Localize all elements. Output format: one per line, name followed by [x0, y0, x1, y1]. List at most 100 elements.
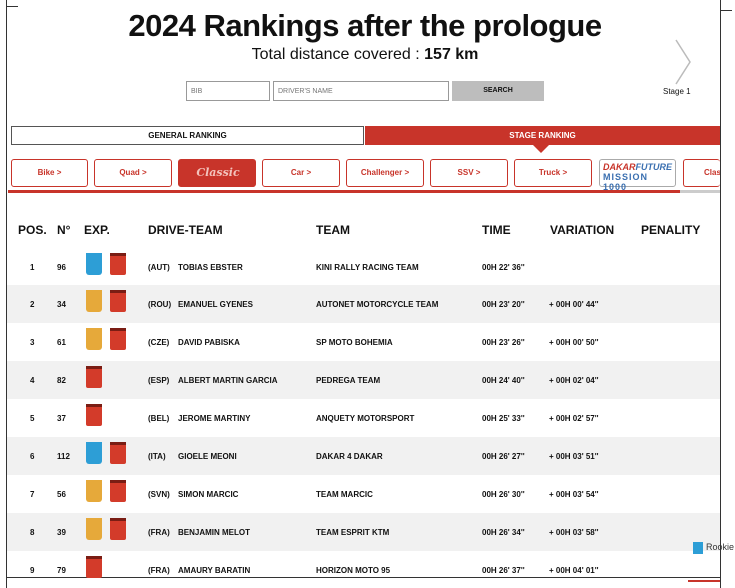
time-cell: 00H 26' 34'': [482, 528, 525, 537]
nationality-cell: (FRA): [148, 566, 170, 575]
distance-summary: Total distance covered : 157 km: [0, 46, 730, 64]
active-tab-indicator: [533, 145, 549, 153]
team-cell: TEAM ESPRIT KTM: [316, 528, 390, 537]
frame-right-border: [720, 0, 721, 588]
bib-number-cell: 79: [57, 566, 66, 575]
bib-number-cell: 34: [57, 300, 66, 309]
bib-input[interactable]: [186, 81, 270, 101]
time-cell: 00H 24' 40'': [482, 376, 525, 385]
table-row[interactable]: 6 112 (ITA) GIOELE MEONI DAKAR 4 DAKAR 00H 26…: [7, 437, 720, 475]
time-cell: 00H 26' 27'': [482, 452, 525, 461]
position-cell: 2: [30, 300, 35, 309]
header-team: TEAM: [316, 223, 350, 237]
chevron-right-icon[interactable]: [668, 38, 698, 86]
position-cell: 5: [30, 414, 35, 423]
position-cell: 4: [30, 376, 35, 385]
yellow-jersey-icon: [86, 328, 102, 350]
table-row[interactable]: 3 61 (CZE) DAVID PABISKA SP MOTO BOHEMIA 00H …: [7, 323, 720, 361]
classic-logo: Classic: [196, 166, 240, 179]
table-row[interactable]: 5 37 (BEL) JEROME MARTINY ANQUETY MOTORSPORT…: [7, 399, 720, 437]
red-jersey-icon: [110, 253, 126, 275]
header-time: TIME: [482, 223, 511, 237]
category-dakar-future-button[interactable]: DAKARFUTURE MISSION 1000: [599, 159, 676, 192]
variation-cell: + 00H 00' 50'': [549, 338, 599, 347]
stage-label: Stage 1: [663, 87, 691, 96]
team-cell: SP MOTO BOHEMIA: [316, 338, 393, 347]
nationality-cell: (ESP): [148, 376, 170, 385]
variation-cell: + 00H 02' 04'': [549, 376, 599, 385]
bib-number-cell: 112: [57, 452, 70, 461]
team-cell: ANQUETY MOTORSPORT: [316, 414, 415, 423]
time-cell: 00H 22' 36'': [482, 263, 525, 272]
table-row[interactable]: 1 96 (AUT) TOBIAS EBSTER KINI RALLY RACING T…: [7, 248, 720, 286]
rookie-legend-label: Rookie: [706, 542, 735, 552]
yellow-jersey-icon: [86, 518, 102, 540]
nationality-cell: (FRA): [148, 528, 170, 537]
nationality-cell: (ROU): [148, 300, 172, 309]
table-row[interactable]: 4 82 (ESP) ALBERT MARTIN GARCIA PEDREGA TEAM…: [7, 361, 720, 399]
category-scroll-track: [680, 190, 720, 193]
team-cell: TEAM MARCIC: [316, 490, 373, 499]
team-cell: AUTONET MOTORCYCLE TEAM: [316, 300, 439, 309]
category-classic-button[interactable]: Classic: [178, 159, 256, 187]
red-jersey-icon: [110, 290, 126, 312]
red-jersey-icon: [86, 366, 102, 388]
blue-jersey-icon: [86, 442, 102, 464]
variation-cell: + 00H 03' 54'': [549, 490, 599, 499]
variation-cell: + 00H 02' 57'': [549, 414, 599, 423]
driver-name-cell: EMANUEL GYENES: [178, 300, 253, 309]
yellow-jersey-icon: [86, 290, 102, 312]
search-button[interactable]: SEARCH: [452, 81, 544, 101]
driver-name-cell: ALBERT MARTIN GARCIA: [178, 376, 278, 385]
variation-cell: + 00H 04' 01'': [549, 566, 599, 575]
table-row[interactable]: 9 79 (FRA) AMAURY BARATIN HORIZON MOTO 95 00H…: [7, 551, 720, 588]
header-exp: EXP.: [84, 223, 110, 237]
time-cell: 00H 26' 37'': [482, 566, 525, 575]
category-car-button[interactable]: Car >: [262, 159, 340, 187]
category-challenger-button[interactable]: Challenger >: [346, 159, 424, 187]
red-jersey-icon: [110, 328, 126, 350]
header-number: N°: [57, 223, 71, 237]
position-cell: 7: [30, 490, 35, 499]
category-bike-button[interactable]: Bike >: [11, 159, 88, 187]
nationality-cell: (AUT): [148, 263, 170, 272]
category-classic-more-button[interactable]: Clas: [683, 159, 720, 187]
driver-name-cell: JEROME MARTINY: [178, 414, 251, 423]
variation-cell: + 00H 00' 44'': [549, 300, 599, 309]
distance-value: 157 km: [424, 46, 479, 63]
category-ssv-button[interactable]: SSV >: [430, 159, 508, 187]
rookie-legend-swatch: [693, 542, 703, 554]
category-quad-button[interactable]: Quad >: [94, 159, 172, 187]
table-row[interactable]: 2 34 (ROU) EMANUEL GYENES AUTONET MOTORCYCLE…: [7, 285, 720, 323]
position-cell: 9: [30, 566, 35, 575]
blue-jersey-icon: [86, 253, 102, 275]
table-row[interactable]: 8 39 (FRA) BENJAMIN MELOT TEAM ESPRIT KTM 00H…: [7, 513, 720, 551]
driver-name-cell: AMAURY BARATIN: [178, 566, 251, 575]
red-jersey-icon: [86, 404, 102, 426]
header-drive-team: DRIVE-TEAM: [148, 223, 223, 237]
footer-accent: [688, 580, 720, 582]
bib-number-cell: 61: [57, 338, 66, 347]
tab-general-ranking[interactable]: GENERAL RANKING: [11, 126, 364, 145]
variation-cell: + 00H 03' 58'': [549, 528, 599, 537]
header-pos: POS.: [18, 223, 47, 237]
bib-number-cell: 39: [57, 528, 66, 537]
bib-number-cell: 82: [57, 376, 66, 385]
tab-stage-ranking[interactable]: STAGE RANKING: [365, 126, 720, 145]
category-underline: [8, 190, 720, 193]
team-cell: PEDREGA TEAM: [316, 376, 381, 385]
driver-name-cell: SIMON MARCIC: [178, 490, 239, 499]
table-row[interactable]: 7 56 (SVN) SIMON MARCIC TEAM MARCIC 00H 26' 3…: [7, 475, 720, 513]
position-cell: 6: [30, 452, 35, 461]
team-cell: HORIZON MOTO 95: [316, 566, 391, 575]
mission-1000-logo: MISSION 1000: [603, 172, 649, 192]
nationality-cell: (ITA): [148, 452, 166, 461]
driver-name-input[interactable]: [273, 81, 449, 101]
driver-name-cell: GIOELE MEONI: [178, 452, 237, 461]
bib-number-cell: 96: [57, 263, 66, 272]
variation-cell: + 00H 03' 51'': [549, 452, 599, 461]
position-cell: 1: [30, 263, 35, 272]
frame-corner-mark: [6, 6, 18, 7]
position-cell: 8: [30, 528, 35, 537]
category-truck-button[interactable]: Truck >: [514, 159, 592, 187]
